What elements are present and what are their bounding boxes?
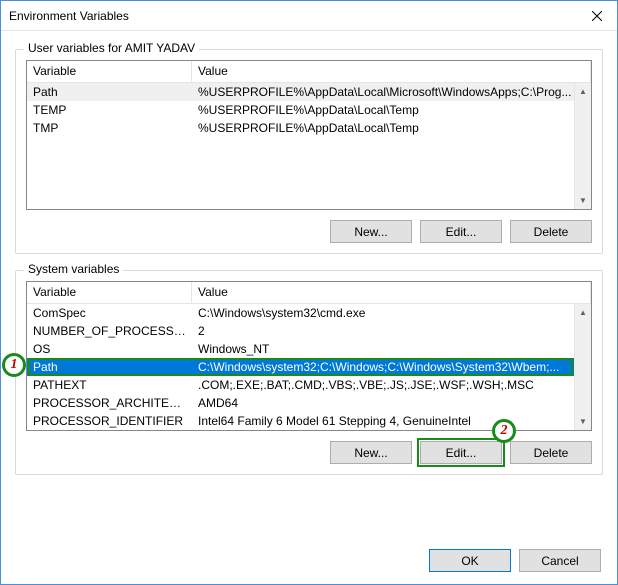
table-row[interactable]: ComSpecC:\Windows\system32\cmd.exe xyxy=(27,304,591,322)
scroll-down-icon[interactable]: ▼ xyxy=(575,413,591,430)
user-delete-button[interactable]: Delete xyxy=(510,220,592,243)
close-button[interactable] xyxy=(577,1,617,31)
cell-variable: PROCESSOR_IDENTIFIER xyxy=(27,413,192,429)
scroll-up-icon[interactable]: ▲ xyxy=(575,83,591,100)
table-row[interactable]: OSWindows_NT xyxy=(27,340,591,358)
cell-variable: Path xyxy=(27,359,192,375)
table-row[interactable]: PROCESSOR_ARCHITECTUREAMD64 xyxy=(27,394,591,412)
titlebar: Environment Variables xyxy=(1,1,617,31)
table-row[interactable]: NUMBER_OF_PROCESSORS2 xyxy=(27,322,591,340)
scrollbar[interactable]: ▲ ▼ xyxy=(574,83,591,209)
cell-variable: OS xyxy=(27,341,192,357)
dialog-content: User variables for AMIT YADAV Variable V… xyxy=(1,31,617,501)
scroll-down-icon[interactable]: ▼ xyxy=(575,192,591,209)
window-title: Environment Variables xyxy=(9,9,577,23)
cell-value: .COM;.EXE;.BAT;.CMD;.VBS;.VBE;.JS;.JSE;.… xyxy=(192,377,591,393)
cell-value: %USERPROFILE%\AppData\Local\Microsoft\Wi… xyxy=(192,84,591,100)
dialog-button-row: OK Cancel xyxy=(429,549,601,572)
cell-variable: TEMP xyxy=(27,102,192,118)
cell-value: 2 xyxy=(192,323,591,339)
system-new-button[interactable]: New... xyxy=(330,441,412,464)
col-header-variable[interactable]: Variable xyxy=(27,61,192,82)
table-row[interactable]: PATHEXT.COM;.EXE;.BAT;.CMD;.VBS;.VBE;.JS… xyxy=(27,376,591,394)
ok-button[interactable]: OK xyxy=(429,549,511,572)
user-list-body[interactable]: Path%USERPROFILE%\AppData\Local\Microsof… xyxy=(27,83,591,209)
cell-value: %USERPROFILE%\AppData\Local\Temp xyxy=(192,102,591,118)
col-header-value[interactable]: Value xyxy=(192,61,591,82)
cell-value: Windows_NT xyxy=(192,341,591,357)
cell-variable: PATHEXT xyxy=(27,377,192,393)
table-row[interactable]: Path%USERPROFILE%\AppData\Local\Microsof… xyxy=(27,83,591,101)
cell-value: AMD64 xyxy=(192,395,591,411)
cell-variable: TMP xyxy=(27,120,192,136)
system-list-body[interactable]: ComSpecC:\Windows\system32\cmd.exeNUMBER… xyxy=(27,304,591,430)
user-buttons-row: New... Edit... Delete xyxy=(26,220,592,243)
cell-value: C:\Windows\system32;C:\Windows;C:\Window… xyxy=(192,359,591,375)
user-edit-button[interactable]: Edit... xyxy=(420,220,502,243)
environment-variables-dialog: Environment Variables User variables for… xyxy=(0,0,618,585)
system-edit-button[interactable]: Edit... xyxy=(420,441,502,464)
scrollbar[interactable]: ▲ ▼ xyxy=(574,304,591,430)
list-header: Variable Value xyxy=(27,282,591,304)
cell-value: %USERPROFILE%\AppData\Local\Temp xyxy=(192,120,591,136)
user-variables-list[interactable]: Variable Value Path%USERPROFILE%\AppData… xyxy=(26,60,592,210)
user-new-button[interactable]: New... xyxy=(330,220,412,243)
scroll-up-icon[interactable]: ▲ xyxy=(575,304,591,321)
user-variables-legend: User variables for AMIT YADAV xyxy=(24,41,199,55)
close-icon xyxy=(592,11,602,21)
cell-variable: NUMBER_OF_PROCESSORS xyxy=(27,323,192,339)
system-buttons-row: New... Edit... 2 Delete xyxy=(26,441,592,464)
cancel-button[interactable]: Cancel xyxy=(519,549,601,572)
user-variables-group: User variables for AMIT YADAV Variable V… xyxy=(15,49,603,254)
system-variables-legend: System variables xyxy=(24,262,123,276)
table-row[interactable]: PathC:\Windows\system32;C:\Windows;C:\Wi… xyxy=(27,358,591,376)
cell-variable: PROCESSOR_ARCHITECTURE xyxy=(27,395,192,411)
table-row[interactable]: PROCESSOR_IDENTIFIERIntel64 Family 6 Mod… xyxy=(27,412,591,430)
system-delete-button[interactable]: Delete xyxy=(510,441,592,464)
col-header-variable[interactable]: Variable xyxy=(27,282,192,303)
col-header-value[interactable]: Value xyxy=(192,282,591,303)
cell-value: C:\Windows\system32\cmd.exe xyxy=(192,305,591,321)
cell-value: Intel64 Family 6 Model 61 Stepping 4, Ge… xyxy=(192,413,591,429)
system-variables-list[interactable]: Variable Value ComSpecC:\Windows\system3… xyxy=(26,281,592,431)
annotation-marker-1: 1 xyxy=(2,353,26,377)
system-variables-group: System variables Variable Value ComSpecC… xyxy=(15,270,603,475)
table-row[interactable]: TEMP%USERPROFILE%\AppData\Local\Temp xyxy=(27,101,591,119)
cell-variable: Path xyxy=(27,84,192,100)
list-header: Variable Value xyxy=(27,61,591,83)
table-row[interactable]: TMP%USERPROFILE%\AppData\Local\Temp xyxy=(27,119,591,137)
cell-variable: ComSpec xyxy=(27,305,192,321)
